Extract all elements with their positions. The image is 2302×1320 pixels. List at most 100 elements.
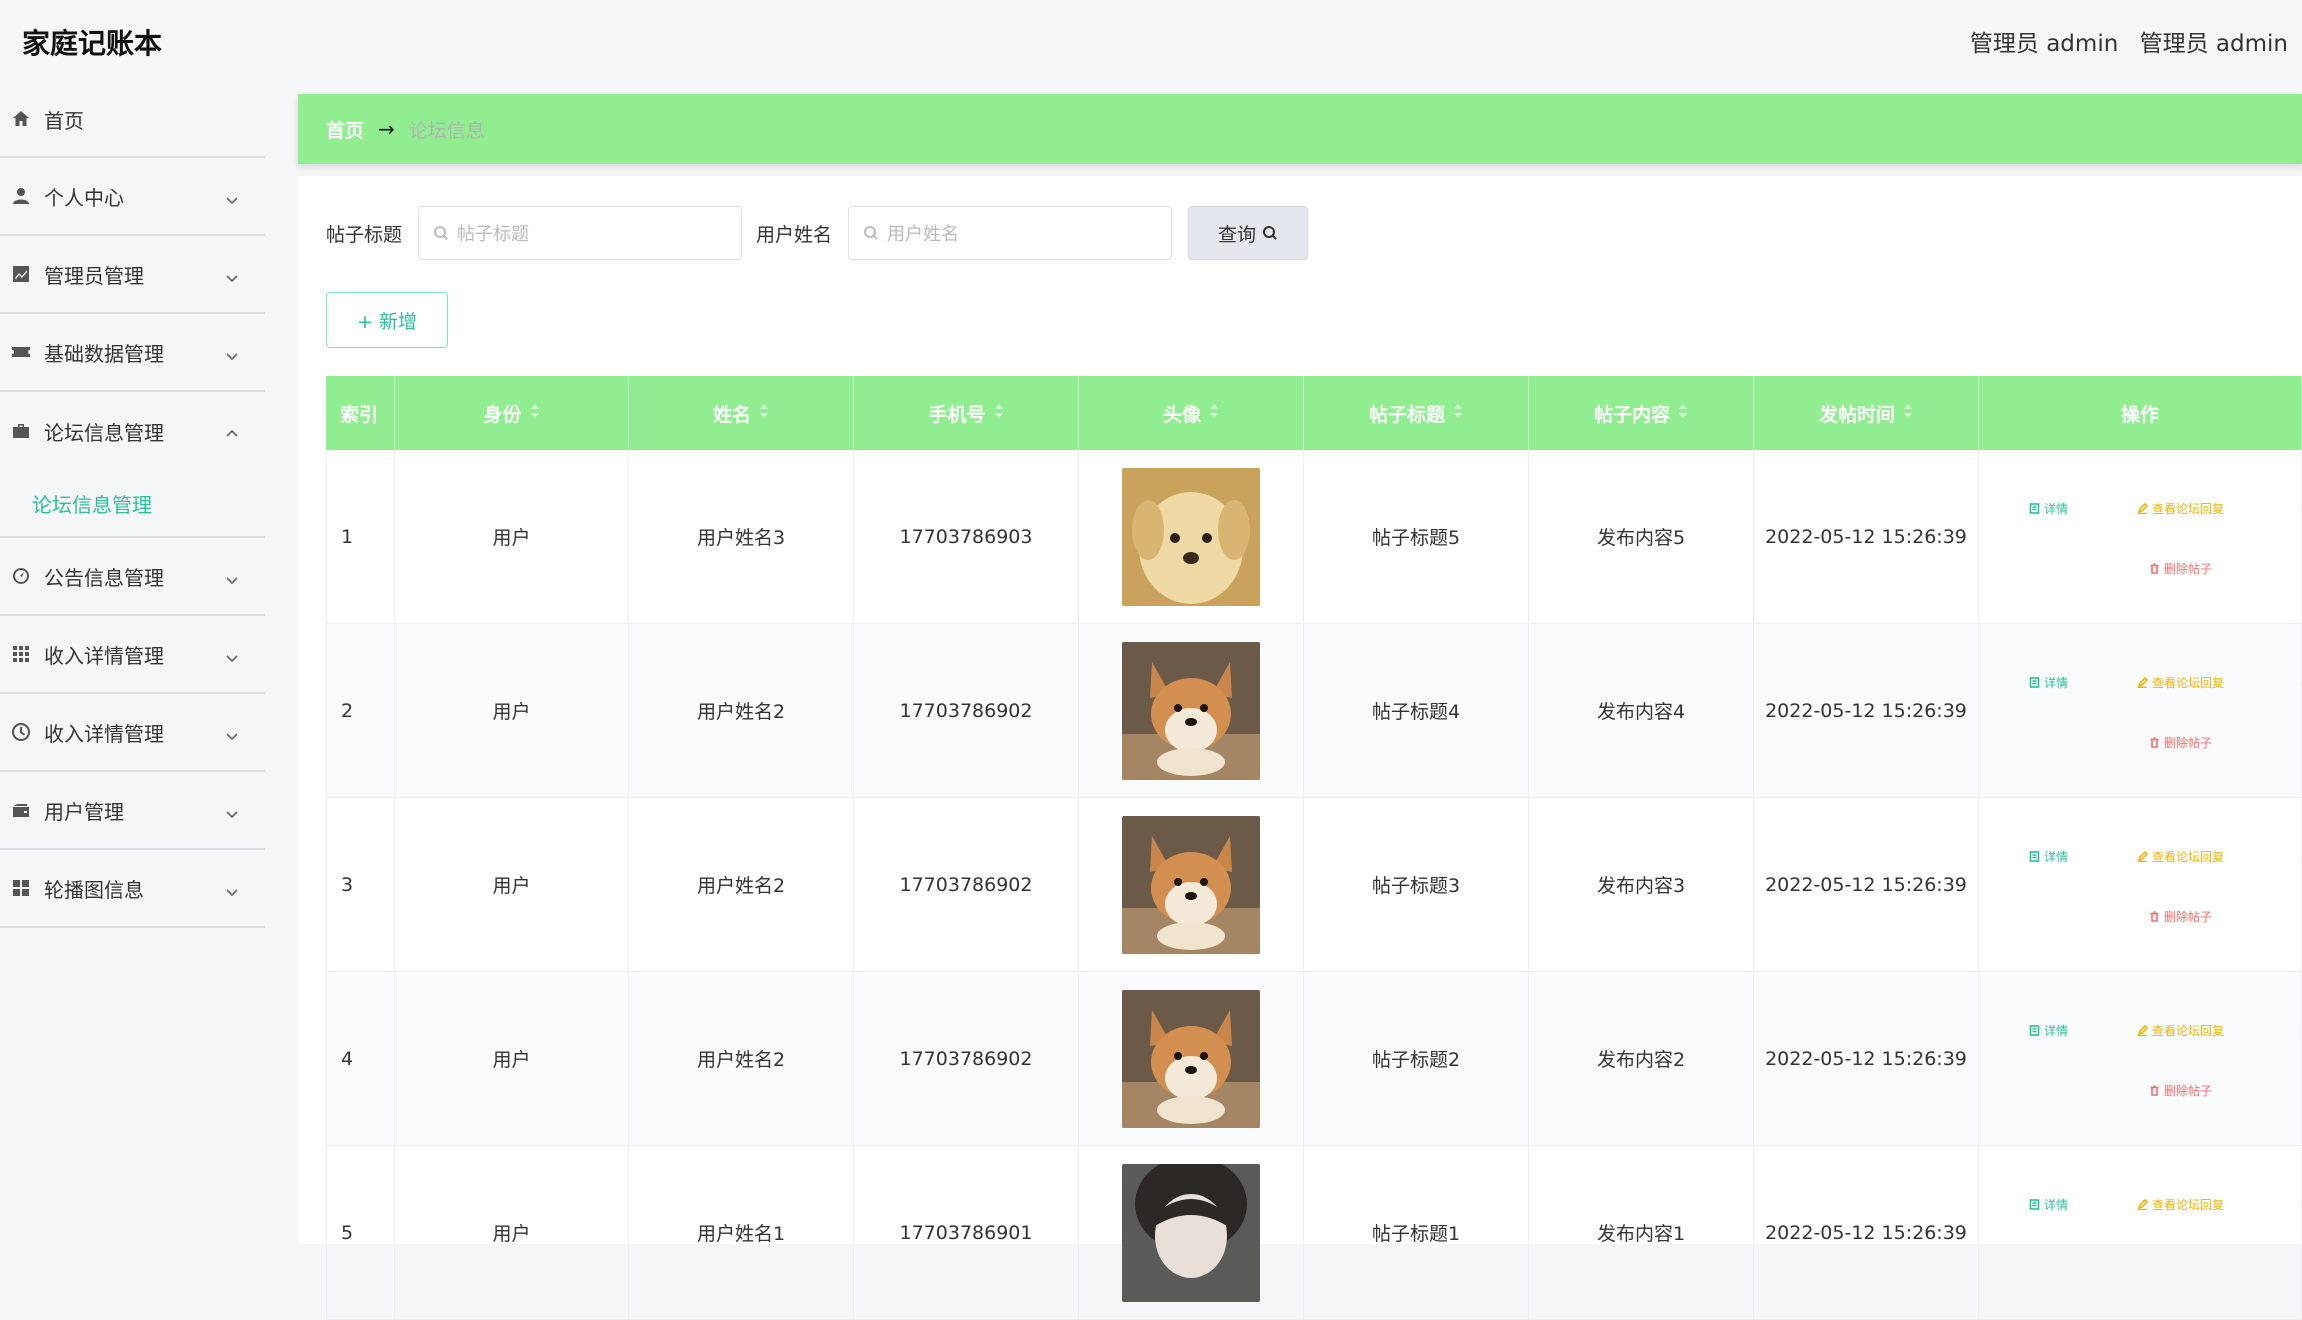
cell-name: 用户姓名2 <box>629 798 854 971</box>
sidebar-item-carousel[interactable]: 轮播图信息 <box>0 850 265 928</box>
view-replies-button[interactable]: 查看论坛回复 <box>2127 1014 2234 1047</box>
cell-post-title: 帖子标题1 <box>1304 1146 1529 1319</box>
column-header-role[interactable]: 身份 <box>395 376 629 450</box>
sidebar-item-home[interactable]: 首页 <box>0 82 265 158</box>
detail-button-label: 详情 <box>2044 1024 2069 1038</box>
sort-icon[interactable] <box>759 402 769 424</box>
avatar[interactable] <box>1122 641 1260 780</box>
add-button[interactable]: + 新增 <box>326 292 448 348</box>
sidebar-item-label: 收入详情管理 <box>44 643 164 668</box>
column-header-index[interactable]: 索引 <box>326 376 395 450</box>
edit-icon-button[interactable] <box>2291 1188 2302 1215</box>
sort-icon[interactable] <box>1209 402 1219 424</box>
chevron-down-icon <box>225 646 239 663</box>
edit-icon-button[interactable] <box>2291 1014 2302 1041</box>
search-icon <box>864 226 878 240</box>
column-header-label: 索引 <box>340 403 379 426</box>
view-replies-button[interactable]: 查看论坛回复 <box>2127 840 2234 873</box>
sidebar-subitem-forum-management[interactable]: 论坛信息管理 <box>0 470 265 538</box>
user-info[interactable]: 管理员 admin 管理员 admin <box>1956 24 2288 58</box>
avatar[interactable] <box>1122 1163 1260 1302</box>
detail-button[interactable]: 详情 <box>2019 840 2078 873</box>
detail-button[interactable]: 详情 <box>2019 666 2078 699</box>
forum-table: 索引 身份 姓名 手机号 头像 帖子标题 帖子内容 发帖时间 操作 1 用户 用… <box>326 376 2302 1320</box>
delete-post-button[interactable]: 删除帖子 <box>2139 1074 2222 1107</box>
avatar[interactable] <box>1122 815 1260 954</box>
user-role-2[interactable]: 管理员 admin <box>2140 31 2288 57</box>
cell-index: 2 <box>326 624 395 797</box>
main-content: 帖子标题 帖子标题 用户姓名 用户姓名 查询 + 新增 索引 身份 姓名 手机号… <box>298 176 2302 1320</box>
detail-button[interactable]: 详情 <box>2019 1188 2078 1221</box>
detail-button-label: 详情 <box>2044 850 2069 864</box>
sidebar-item-income-2[interactable]: 收入详情管理 <box>0 694 265 772</box>
cell-post-time: 2022-05-12 15:26:39 <box>1754 1146 1979 1319</box>
sort-icon[interactable] <box>994 402 1004 424</box>
cell-role: 用户 <box>395 450 629 623</box>
cell-actions: 详情 查看论坛回复 <box>1979 1146 2302 1319</box>
edit-icon-button[interactable] <box>2291 492 2302 519</box>
chevron-up-icon <box>225 422 239 437</box>
sidebar-item-forum[interactable]: 论坛信息管理 <box>0 392 265 470</box>
sidebar-item-admin[interactable]: 管理员管理 <box>0 236 265 314</box>
column-header-label: 头像 <box>1162 403 1201 426</box>
sort-icon[interactable] <box>1903 402 1913 424</box>
column-header-post-content[interactable]: 帖子内容 <box>1529 376 1754 450</box>
column-header-name[interactable]: 姓名 <box>629 376 854 450</box>
avatar[interactable] <box>1122 467 1260 606</box>
sidebar-subitem-label: 论坛信息管理 <box>32 492 152 517</box>
delete-post-button[interactable]: 删除帖子 <box>2139 900 2222 933</box>
view-replies-button[interactable]: 查看论坛回复 <box>2127 492 2234 525</box>
title-search-placeholder: 帖子标题 <box>457 224 530 245</box>
column-header-label: 发帖时间 <box>1818 403 1895 426</box>
name-search-input[interactable]: 用户姓名 <box>848 206 1173 260</box>
sidebar-item-income-1[interactable]: 收入详情管理 <box>0 616 265 694</box>
column-header-phone[interactable]: 手机号 <box>854 376 1079 450</box>
cell-actions: 详情 查看论坛回复 删除帖子 <box>1979 798 2302 971</box>
chart-icon <box>10 263 32 285</box>
column-header-avatar[interactable]: 头像 <box>1079 376 1304 450</box>
column-header-label: 身份 <box>483 403 522 426</box>
sort-icon[interactable] <box>530 402 540 424</box>
title-search-input[interactable]: 帖子标题 <box>418 206 743 260</box>
shiba-photo <box>1122 815 1260 954</box>
shiba-photo <box>1122 989 1260 1128</box>
delete-post-button[interactable]: 删除帖子 <box>2139 552 2222 585</box>
sidebar-item-notice[interactable]: 公告信息管理 <box>0 538 265 616</box>
detail-button[interactable]: 详情 <box>2019 492 2078 525</box>
edit-icon-button[interactable] <box>2291 840 2302 867</box>
column-header-post-title[interactable]: 帖子标题 <box>1304 376 1529 450</box>
view-replies-button[interactable]: 查看论坛回复 <box>2127 1188 2234 1221</box>
cell-actions: 详情 查看论坛回复 删除帖子 <box>1979 450 2302 623</box>
query-button[interactable]: 查询 <box>1188 206 1309 260</box>
cell-role: 用户 <box>395 624 629 797</box>
column-header-post-time[interactable]: 发帖时间 <box>1754 376 1979 450</box>
detail-button[interactable]: 详情 <box>2019 1014 2078 1047</box>
cell-avatar <box>1079 624 1304 797</box>
sidebar-item-users[interactable]: 用户管理 <box>0 772 265 850</box>
chevron-down-icon <box>225 880 239 897</box>
cell-post-time: 2022-05-12 15:26:39 <box>1754 798 1979 971</box>
chevron-down-icon <box>225 568 239 585</box>
cell-post-content: 发布内容3 <box>1529 798 1754 971</box>
home-icon <box>10 108 32 130</box>
sidebar-item-personal[interactable]: 个人中心 <box>0 158 265 236</box>
cell-name: 用户姓名2 <box>629 972 854 1145</box>
cell-avatar <box>1079 450 1304 623</box>
shiba-photo <box>1122 641 1260 780</box>
view-replies-button[interactable]: 查看论坛回复 <box>2127 666 2234 699</box>
delete-post-button[interactable]: 删除帖子 <box>2139 726 2222 759</box>
breadcrumb-home[interactable]: 首页 <box>326 116 364 143</box>
user-role-1[interactable]: 管理员 admin <box>1970 31 2118 57</box>
column-header-actions: 操作 <box>1979 376 2302 450</box>
sidebar-item-basic-data[interactable]: 基础数据管理 <box>0 314 265 392</box>
avatar[interactable] <box>1122 989 1260 1128</box>
edit-icon <box>2137 1199 2148 1210</box>
cell-role: 用户 <box>395 972 629 1145</box>
search-form: 帖子标题 帖子标题 用户姓名 用户姓名 查询 <box>326 206 1309 260</box>
sort-icon[interactable] <box>1678 402 1688 424</box>
title-search-label: 帖子标题 <box>326 223 403 246</box>
edit-icon-button[interactable] <box>2291 666 2302 693</box>
sort-icon[interactable] <box>1453 402 1463 424</box>
column-header-label: 手机号 <box>928 403 986 426</box>
delete-post-label: 删除帖子 <box>2164 562 2213 576</box>
